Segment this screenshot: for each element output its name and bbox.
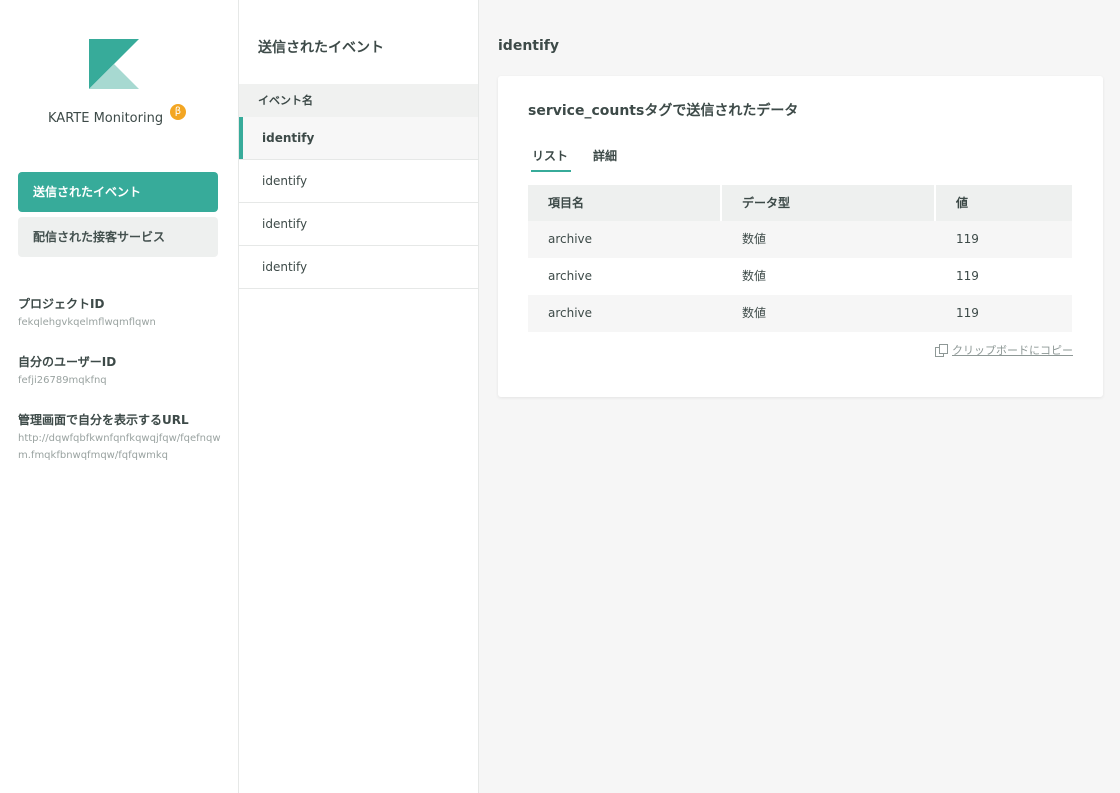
event-name-column-header: イベント名 xyxy=(239,84,478,117)
cell-item-name: archive xyxy=(548,269,593,283)
karte-logo xyxy=(89,39,139,89)
project-id-value: fekqlehgvkqelmflwqmflqwn xyxy=(18,317,156,328)
tab-list[interactable]: リスト xyxy=(531,147,572,172)
nav-sent-events-button[interactable]: 送信されたイベント xyxy=(18,172,218,212)
data-card: service_countsタグで送信されたデータ リスト 詳細 項目名 データ… xyxy=(498,76,1103,397)
cell-item-name: archive xyxy=(548,232,593,246)
beta-badge: β xyxy=(170,104,186,120)
cell-data-type: 数値 xyxy=(742,306,767,320)
cell-item-name: archive xyxy=(548,306,593,320)
event-detail-panel: identify service_countsタグで送信されたデータ リスト 詳… xyxy=(479,0,1120,793)
sidebar: KARTE Monitoring β 送信されたイベント 配信された接客サービス… xyxy=(0,0,239,793)
project-id-label: プロジェクトID xyxy=(18,297,105,311)
cell-data-type: 数値 xyxy=(742,269,767,283)
nav-delivered-services-button[interactable]: 配信された接客サービス xyxy=(18,217,218,257)
cell-value: 119 xyxy=(956,269,979,283)
copy-to-clipboard-link[interactable]: クリップボードにコピー xyxy=(935,342,1073,358)
column-header-item-name: 項目名 xyxy=(528,185,720,221)
column-header-data-type: データ型 xyxy=(722,185,934,221)
app: KARTE Monitoring β 送信されたイベント 配信された接客サービス… xyxy=(0,0,1120,793)
table-row: archive 数値 119 xyxy=(528,295,1072,332)
event-panel-title: 送信されたイベント xyxy=(258,40,384,56)
admin-url-label: 管理画面で自分を表示するURL xyxy=(18,413,189,427)
user-id-value: fefji26789mqkfnq xyxy=(18,375,107,386)
table-body: archive 数値 119 archive 数値 119 archive 数値… xyxy=(528,221,1072,332)
admin-url-value[interactable]: http://dqwfqbfkwnfqnfkqwqjfqw/fqefnqwm.f… xyxy=(18,430,223,464)
user-id-label: 自分のユーザーID xyxy=(18,355,117,369)
copy-label: クリップボードにコピー xyxy=(952,344,1073,357)
table-row: archive 数値 119 xyxy=(528,221,1072,258)
event-list-item[interactable]: identify xyxy=(239,203,478,246)
table-row: archive 数値 119 xyxy=(528,258,1072,295)
event-list-item[interactable]: identify xyxy=(239,117,478,160)
table-header-row: 項目名 データ型 値 xyxy=(528,185,1072,221)
tab-details[interactable]: 詳細 xyxy=(593,147,617,170)
column-header-value: 値 xyxy=(936,185,1072,221)
copy-icon xyxy=(935,343,948,357)
cell-value: 119 xyxy=(956,306,979,320)
event-detail-title: identify xyxy=(498,38,559,54)
data-table: 項目名 データ型 値 archive 数値 119 archive 数値 119 xyxy=(528,185,1072,332)
event-list-panel: 送信されたイベント イベント名 identify identify identi… xyxy=(239,0,479,793)
brand-name: KARTE Monitoring xyxy=(48,111,164,126)
cell-data-type: 数値 xyxy=(742,232,767,246)
card-title: service_countsタグで送信されたデータ xyxy=(528,103,799,119)
cell-value: 119 xyxy=(956,232,979,246)
event-list-item[interactable]: identify xyxy=(239,246,478,289)
event-list-item[interactable]: identify xyxy=(239,160,478,203)
event-list: identify identify identify identify xyxy=(239,117,478,289)
